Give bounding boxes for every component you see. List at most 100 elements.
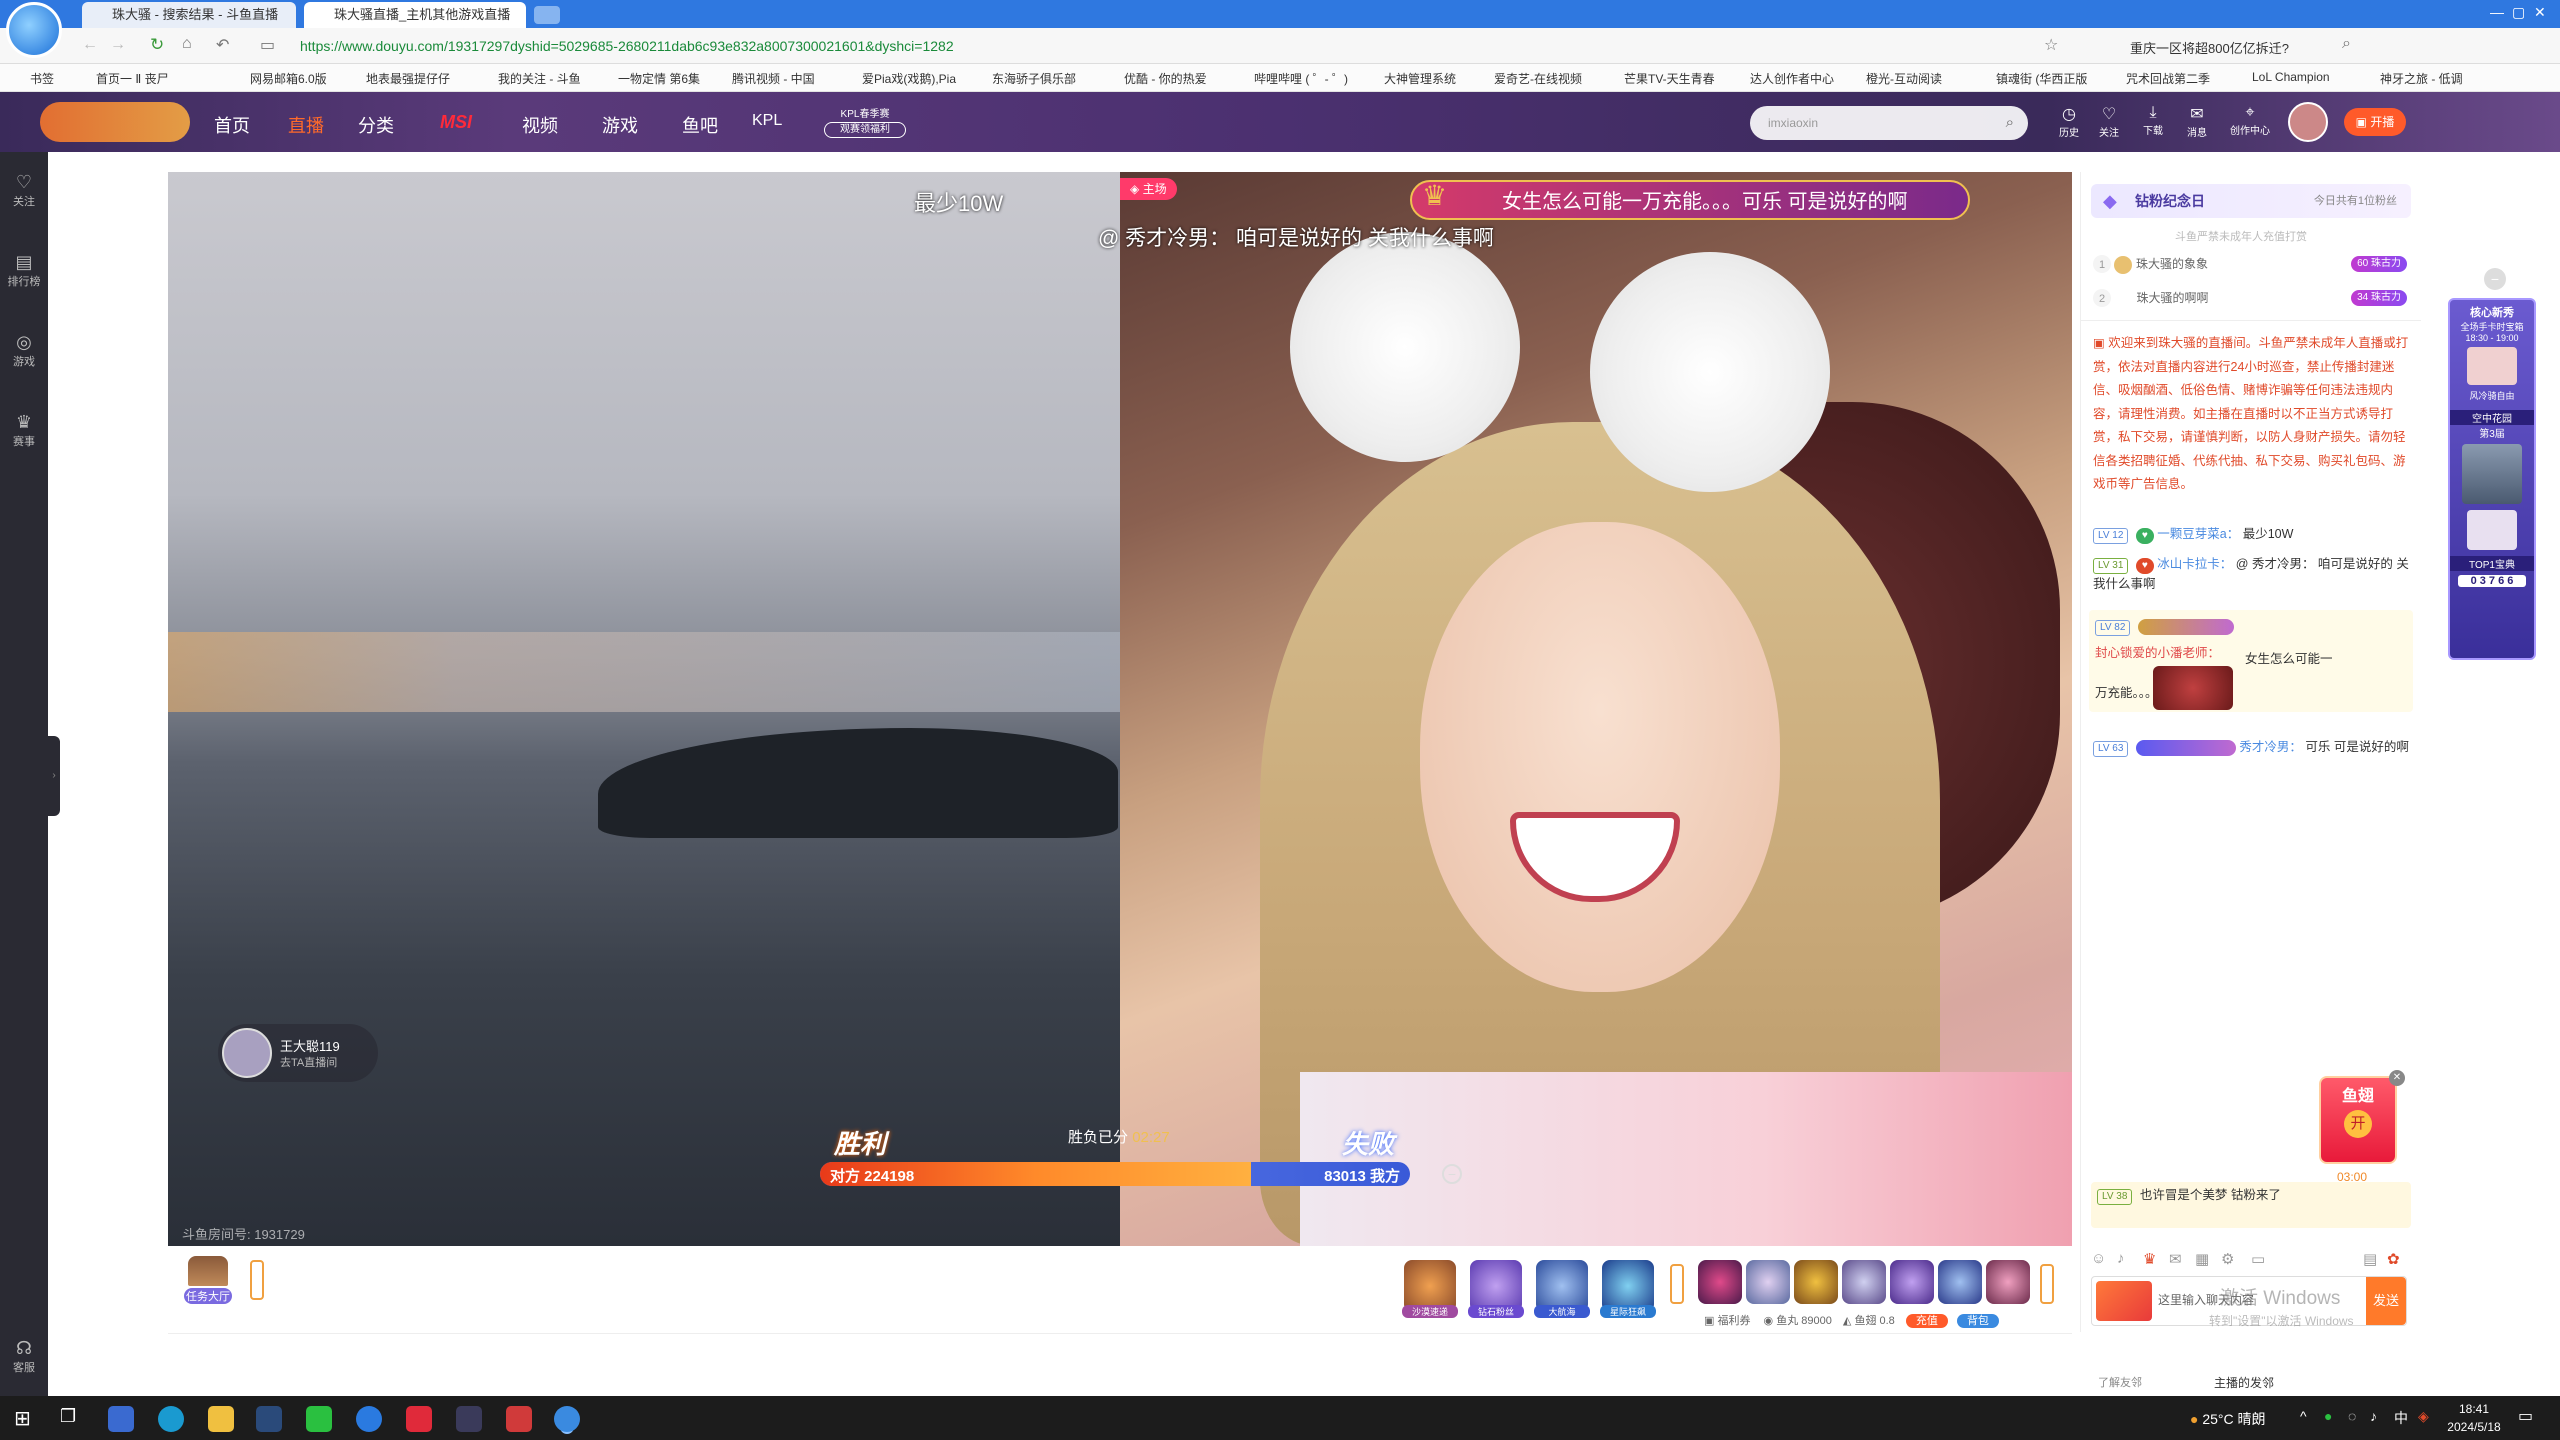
network-icon[interactable]: ◌ <box>2348 1408 2356 1424</box>
bookmark-item[interactable]: 神牙之旅 - 低调 <box>2380 70 2463 87</box>
bookmark-item[interactable]: 我的关注 - 斗鱼 <box>498 70 581 87</box>
wechat-tray-icon[interactable]: ● <box>2324 1408 2332 1424</box>
ime-indicator[interactable]: 中 <box>2394 1408 2408 1428</box>
search-icon[interactable]: ⌕ <box>2342 35 2351 53</box>
kpl-banner[interactable]: KPL春季赛 观赛领福利 <box>824 108 906 138</box>
sidebar-collapse-button[interactable]: › <box>48 736 60 816</box>
avatar[interactable] <box>2288 102 2328 142</box>
history-button[interactable]: ◷ 历史 <box>2054 104 2084 139</box>
fish-fin-widget[interactable]: 鱼翅 开 <box>2319 1076 2397 1164</box>
shield-icon[interactable]: ▭ <box>2251 1250 2265 1268</box>
nav-game[interactable]: 游戏 <box>602 112 638 138</box>
bookmark-item[interactable]: 哔哩哔哩 ( ゜- ゜) <box>1254 70 1348 87</box>
new-tab-button[interactable] <box>534 6 560 24</box>
bookmark-item[interactable]: 爱Pia戏(戏鹅),Pia <box>862 70 956 87</box>
back-icon[interactable]: ← <box>82 36 98 54</box>
forward-icon[interactable]: → <box>110 36 126 54</box>
bookmark-item[interactable]: 一物定情 第6集 <box>618 70 700 87</box>
gift-tab-right[interactable] <box>2040 1264 2054 1304</box>
task-hall-button[interactable]: 任务大厅 <box>184 1256 232 1312</box>
collapse-panel-icon[interactable]: − <box>2484 268 2506 290</box>
mail-icon[interactable]: ✉ <box>2169 1250 2182 1268</box>
bookmark-item[interactable]: 咒术回战第二季 <box>2126 70 2210 87</box>
chat-footer-right[interactable]: 主播的发邻 <box>2214 1374 2274 1391</box>
reload-icon[interactable]: ↻ <box>150 35 164 55</box>
sidebar-item-game[interactable]: ◎ 游戏 <box>0 332 48 369</box>
rank-row[interactable]: 2 珠大骚的啊啊 34 珠古力 <box>2093 288 2409 308</box>
fan-day-banner[interactable]: ◆ 钻粉纪念日 今日共有1位粉丝 <box>2091 184 2411 218</box>
horn-icon[interactable]: ♪ <box>2117 1250 2125 1267</box>
site-search-input[interactable]: imxiaoxin ⌕ <box>1750 106 2028 140</box>
pk-collapse-icon[interactable]: − <box>1442 1164 1462 1184</box>
windows-start-icon[interactable]: ⊞ <box>14 1406 31 1431</box>
recharge-button[interactable]: 充值 <box>1905 1314 1948 1328</box>
steam-icon[interactable] <box>256 1406 282 1432</box>
gift-item[interactable] <box>1794 1260 1838 1304</box>
folder-icon[interactable] <box>208 1406 234 1432</box>
noble-icon[interactable]: ♛ <box>2143 1250 2156 1268</box>
gift-tab-left[interactable] <box>1670 1264 1684 1304</box>
send-button[interactable]: 发送 <box>2366 1277 2406 1325</box>
bookmark-item[interactable]: 首页一 Ⅱ 丧尸 <box>96 70 169 87</box>
chat-username[interactable]: 冰山卡拉卡： <box>2157 557 2232 571</box>
netease-music-icon[interactable] <box>406 1406 432 1432</box>
tab-live-room[interactable]: 珠大骚直播_主机其他游戏直播 <box>304 2 526 28</box>
search-hint[interactable]: 重庆一区将超800亿亿拆迁? <box>2130 38 2289 57</box>
gift-item[interactable] <box>1890 1260 1934 1304</box>
sidebar-item-service[interactable]: ☊ 客服 <box>0 1338 48 1375</box>
nav-home[interactable]: 首页 <box>214 112 250 138</box>
wechat-icon[interactable] <box>306 1406 332 1432</box>
notification-icon[interactable]: ▭ <box>2518 1406 2533 1426</box>
sidebar-item-follow[interactable]: ♡ 关注 <box>0 172 48 209</box>
bookmark-item[interactable]: 书签 <box>30 70 54 87</box>
nav-msi[interactable]: MSI <box>440 112 472 133</box>
highlight-message[interactable]: LV 82 封心锁爱的小潘老师： 女生怎么可能一万充能。。。 <box>2089 610 2413 712</box>
gift-item[interactable] <box>1842 1260 1886 1304</box>
gift-voyage[interactable]: 大航海 <box>1534 1260 1590 1318</box>
bookmark-item[interactable]: 网易邮箱6.0版 <box>250 70 327 87</box>
nav-category[interactable]: 分类 <box>358 112 394 138</box>
sidebar-item-match[interactable]: ♛ 赛事 <box>0 412 48 449</box>
tab-search-results[interactable]: 珠大骚 - 搜索结果 - 斗鱼直播 <box>82 2 296 28</box>
bookmark-item[interactable]: 地表最强提仔仔 <box>366 70 450 87</box>
sidebar-item-rank[interactable]: ▤ 排行榜 <box>0 252 48 289</box>
expand-tab[interactable] <box>250 1260 264 1300</box>
gift-diamond-fan[interactable]: 钻石粉丝 <box>1468 1260 1524 1318</box>
app-icon-red[interactable] <box>506 1406 532 1432</box>
gift-item[interactable] <box>1986 1260 2030 1304</box>
chat-footer-left[interactable]: 了解友邻 <box>2098 1374 2142 1390</box>
volume-icon[interactable]: ♪ <box>2370 1408 2377 1424</box>
search-icon[interactable]: ⌕ <box>2006 106 2014 140</box>
close-icon[interactable]: ✕ <box>2389 1070 2405 1086</box>
browser-logo-icon[interactable] <box>6 2 62 58</box>
download-button[interactable]: ⤓ 下载 <box>2138 104 2168 137</box>
settings-icon[interactable]: ⚙ <box>2221 1250 2234 1268</box>
chat-message[interactable]: LV 63 秀才冷男： 可乐 可是说好的啊 <box>2093 734 2409 760</box>
nav-kpl[interactable]: KPL <box>752 112 782 130</box>
bookmark-item[interactable]: 优酷 - 你的热爱 <box>1124 70 1207 87</box>
nav-live[interactable]: 直播 <box>288 112 324 138</box>
undo-icon[interactable]: ↶ <box>216 35 229 55</box>
pinned-message[interactable]: LV 38 也许冒是个美梦 钴粉来了 <box>2091 1182 2411 1228</box>
home-icon[interactable]: ⌂ <box>182 35 192 53</box>
opponent-card[interactable]: 王大聪119 去TA直播间 <box>218 1024 378 1082</box>
tray-chevron-icon[interactable]: ^ <box>2300 1408 2307 1424</box>
gift-item[interactable] <box>1938 1260 1982 1304</box>
messages-button[interactable]: ✉ 消息 <box>2182 104 2212 139</box>
bookmark-item[interactable]: 达人创作者中心 <box>1750 70 1834 87</box>
browser-active-icon[interactable] <box>554 1406 580 1432</box>
bookmark-item[interactable]: 芒果TV-天生青春 <box>1624 70 1715 87</box>
close-icon[interactable]: ✕ <box>2534 4 2546 21</box>
app-icon-dark[interactable] <box>456 1406 482 1432</box>
minimize-icon[interactable]: — <box>2490 4 2504 20</box>
event-widget[interactable]: 核心新秀 全场手卡时宝箱 18:30 - 19:00 风冷骑自由 空中花园 第3… <box>2448 298 2536 660</box>
chat-message[interactable]: LV 12 ♥ 一颗豆芽菜a： 最少10W <box>2093 524 2409 544</box>
chat-username[interactable]: 一颗豆芽菜a： <box>2157 527 2239 541</box>
gift-item[interactable] <box>1698 1260 1742 1304</box>
creator-center-button[interactable]: ⌖ 创作中心 <box>2222 104 2278 137</box>
gift-item[interactable] <box>1746 1260 1790 1304</box>
antivirus-icon[interactable]: ◈ <box>2418 1408 2429 1425</box>
gift-desert-delivery[interactable]: 沙漠速递 <box>1402 1260 1458 1318</box>
window-controls[interactable]: — ▢ ✕ <box>2370 4 2550 24</box>
reader-icon[interactable]: ▭ <box>260 35 275 55</box>
